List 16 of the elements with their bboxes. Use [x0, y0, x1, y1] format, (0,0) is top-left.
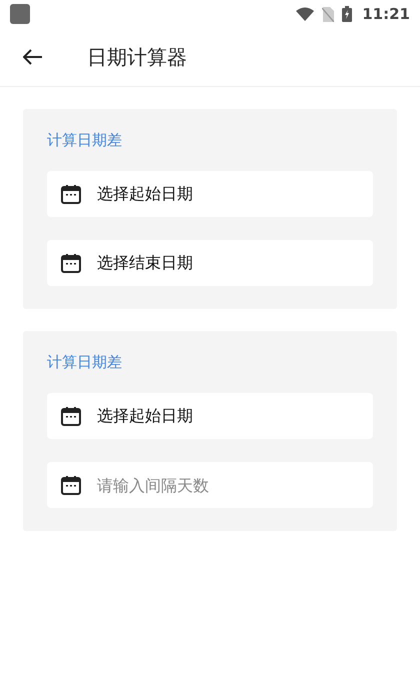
back-arrow-icon[interactable]	[23, 49, 43, 65]
date-picker-field[interactable]: 选择结束日期	[47, 240, 373, 286]
clock-time: 11:21	[362, 5, 410, 23]
calendar-icon	[61, 184, 81, 204]
notification-icon	[10, 4, 30, 24]
wifi-icon	[296, 7, 314, 21]
no-sim-icon	[322, 6, 334, 22]
date-picker-field[interactable]: 选择起始日期	[47, 171, 373, 217]
calendar-icon	[61, 406, 81, 426]
calendar-icon	[61, 253, 81, 273]
section-title: 计算日期差	[47, 131, 123, 150]
section-title: 计算日期差	[47, 353, 123, 372]
date-picker-field[interactable]: 选择起始日期	[47, 393, 373, 439]
screen-title: 日期计算器	[87, 44, 187, 70]
input-field[interactable]: 请输入间隔天数	[47, 462, 373, 508]
battery-icon	[342, 6, 352, 22]
